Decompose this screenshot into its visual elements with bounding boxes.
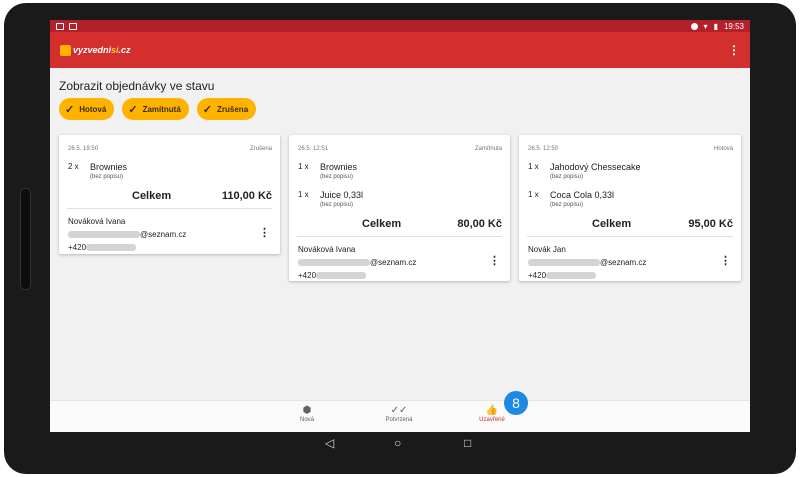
status-bar: ▾ ▮ 19:53	[50, 20, 750, 32]
more-options-icon[interactable]: ⋮	[720, 255, 731, 268]
customer-email: @seznam.cz	[600, 258, 647, 267]
phone-redacted	[316, 272, 367, 280]
home-icon[interactable]: ○	[394, 436, 401, 450]
customer-name: Novák Jan	[528, 245, 566, 254]
item-desc: (bez popisu)	[550, 202, 584, 208]
dnd-icon	[690, 22, 698, 30]
customer-phone: +420	[528, 271, 547, 280]
bottom-navigation: ⬢ Nová ✓✓ Potvrzená 👍 Uzavřené	[50, 400, 750, 432]
customer-email: @seznam.cz	[370, 258, 417, 267]
item-name: Juice 0,33l	[320, 190, 364, 200]
order-total: Celkem 110,00 Kč	[132, 190, 272, 202]
order-status: Zrušena	[249, 146, 272, 152]
app-logo[interactable]: vyzvednisi.cz	[60, 44, 131, 56]
order-total: Celkem 95,00 Kč	[592, 218, 733, 230]
customer-info: Nováková Ivana @seznam.cz +420 ⋮	[59, 215, 280, 254]
tablet-side-button	[20, 188, 31, 290]
customer-name: Nováková Ivana	[298, 245, 356, 254]
kebab-menu-icon[interactable]: ⋮	[728, 43, 740, 57]
order-item: 1 x Jahodový Chessecake (bez popisu)	[519, 162, 741, 180]
order-card[interactable]: 26.5. 12:51 Zamítnuta 1 x Brownies (bez po…	[289, 135, 510, 281]
customer-info: Novák Jan @seznam.cz +420 ⋮	[519, 243, 741, 282]
customer-phone: +420	[298, 271, 317, 280]
item-name: Brownies	[320, 162, 358, 172]
order-datetime: 26.5. 19:50	[68, 146, 99, 152]
chip-zrusena[interactable]: ✓ Zrušena	[196, 98, 257, 120]
status-time: 19:53	[723, 21, 744, 31]
filter-title: Zobrazit objednávky ve stavu	[59, 79, 215, 93]
order-item: 1 x Coca Cola 0,33l (bez popisu)	[519, 190, 741, 208]
email-redacted	[298, 259, 370, 267]
recents-icon[interactable]: □	[464, 436, 471, 450]
customer-phone: +420	[68, 243, 87, 252]
back-icon[interactable]: ◁	[325, 436, 334, 450]
system-nav-bar: ◁ ○ □	[50, 431, 750, 456]
customer-info: Nováková Ivana @seznam.cz +420 ⋮	[289, 243, 510, 282]
status-filter-chips: ✓ Hotová ✓ Zamítnutá ✓ Zrušena	[59, 98, 257, 120]
item-name: Brownies	[90, 162, 128, 172]
check-icon: ✓	[202, 103, 213, 116]
order-card[interactable]: 26.5. 12:50 Hotová 1 x Jahodový Chessecak…	[519, 135, 741, 281]
customer-name: Nováková Ivana	[68, 217, 126, 226]
order-total: Celkem 80,00 Kč	[362, 218, 502, 230]
battery-icon: ▮	[713, 21, 718, 31]
divider	[297, 236, 502, 237]
divider	[527, 236, 733, 237]
order-datetime: 26.5. 12:51	[298, 146, 329, 152]
order-status: Hotová	[713, 146, 733, 152]
more-options-icon[interactable]: ⋮	[259, 227, 270, 240]
item-desc: (bez popisu)	[90, 174, 124, 180]
check-icon: ✓	[65, 103, 75, 116]
nav-item-potvrzena[interactable]: ✓✓ Potvrzená	[369, 405, 429, 423]
chip-hotova[interactable]: ✓ Hotová	[59, 98, 115, 120]
order-card[interactable]: 26.5. 19:50 Zrušena 2 x Brownies (bez popi…	[59, 135, 280, 254]
chip-zamitnuta[interactable]: ✓ Zamítnutá	[122, 98, 189, 120]
alert-icon: ⬢	[302, 405, 312, 416]
item-qty: 1 x	[528, 162, 539, 171]
customer-email: @seznam.cz	[140, 230, 187, 239]
order-status: Zamítnuta	[474, 146, 502, 152]
item-desc: (bez popisu)	[320, 174, 354, 180]
nav-item-nova[interactable]: ⬢ Nová	[277, 405, 337, 423]
email-redacted	[68, 231, 140, 239]
double-check-icon: ✓✓	[390, 405, 408, 416]
screenshot-icon	[69, 22, 77, 30]
more-options-icon[interactable]: ⋮	[489, 255, 500, 268]
wifi-icon: ▾	[703, 21, 708, 31]
email-redacted	[528, 259, 600, 267]
item-desc: (bez popisu)	[550, 174, 584, 180]
order-item: 2 x Brownies (bez popisu)	[59, 162, 280, 180]
item-desc: (bez popisu)	[320, 202, 354, 208]
order-datetime: 26.5. 12:50	[528, 146, 559, 152]
shopping-bag-icon	[60, 44, 71, 56]
item-qty: 2 x	[68, 162, 79, 171]
notification-icon	[56, 22, 64, 30]
item-qty: 1 x	[528, 190, 539, 199]
app-bar: vyzvednisi.cz ⋮	[50, 32, 750, 68]
item-name: Jahodový Chessecake	[550, 162, 641, 172]
order-item: 1 x Juice 0,33l (bez popisu)	[289, 190, 510, 208]
item-qty: 1 x	[298, 162, 309, 171]
divider	[67, 208, 272, 209]
order-item: 1 x Brownies (bez popisu)	[289, 162, 510, 180]
item-name: Coca Cola 0,33l	[550, 190, 615, 200]
notification-badge: 8	[504, 391, 528, 415]
phone-redacted	[86, 244, 137, 252]
check-icon: ✓	[128, 103, 138, 116]
item-qty: 1 x	[298, 190, 309, 199]
phone-redacted	[546, 272, 597, 280]
